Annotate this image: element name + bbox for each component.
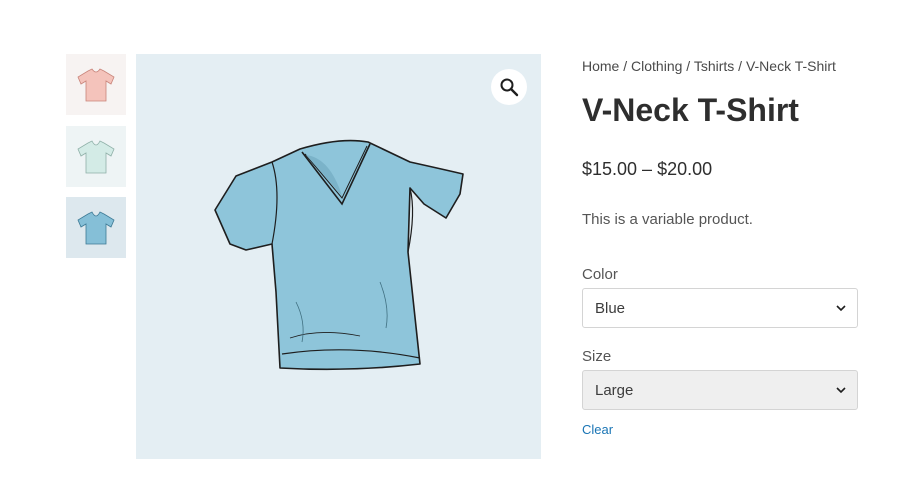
color-select[interactable]: Blue — [582, 288, 858, 328]
breadcrumb-clothing[interactable]: Clothing — [631, 58, 682, 74]
product-price: $15.00 – $20.00 — [582, 159, 713, 179]
product-main-image[interactable] — [136, 54, 541, 459]
breadcrumb-tshirts[interactable]: Tshirts — [694, 58, 734, 74]
color-label: Color — [582, 266, 618, 283]
pink-shirt-image — [77, 67, 115, 101]
product-description: This is a variable product. — [582, 211, 753, 228]
blue-shirt-image — [77, 210, 115, 244]
magnifier-icon — [500, 78, 519, 97]
breadcrumb-home[interactable]: Home — [582, 58, 619, 74]
breadcrumb-separator: / — [686, 58, 694, 74]
v-neck-shirt-illustration — [214, 139, 464, 371]
size-select[interactable]: Large — [582, 370, 858, 410]
clear-variations-link[interactable]: Clear — [582, 422, 613, 437]
chevron-down-icon — [836, 305, 846, 312]
zoom-button[interactable] — [491, 69, 527, 105]
color-select-value: Blue — [595, 299, 626, 317]
breadcrumb-separator: / — [623, 58, 632, 74]
chevron-down-icon — [836, 387, 846, 394]
breadcrumb-current: V-Neck T-Shirt — [745, 58, 836, 74]
mint-shirt-image — [77, 139, 115, 173]
thumbnail-blue-shirt[interactable] — [66, 197, 126, 258]
product-title: V-Neck T-Shirt — [582, 92, 799, 128]
size-select-value: Large — [595, 381, 634, 399]
thumbnail-pink-shirt[interactable] — [66, 54, 126, 115]
thumbnail-mint-shirt[interactable] — [66, 126, 126, 187]
breadcrumb: Home / Clothing / Tshirts / V-Neck T-Shi… — [582, 58, 836, 74]
size-label: Size — [582, 348, 612, 365]
breadcrumb-separator: / — [738, 58, 746, 74]
